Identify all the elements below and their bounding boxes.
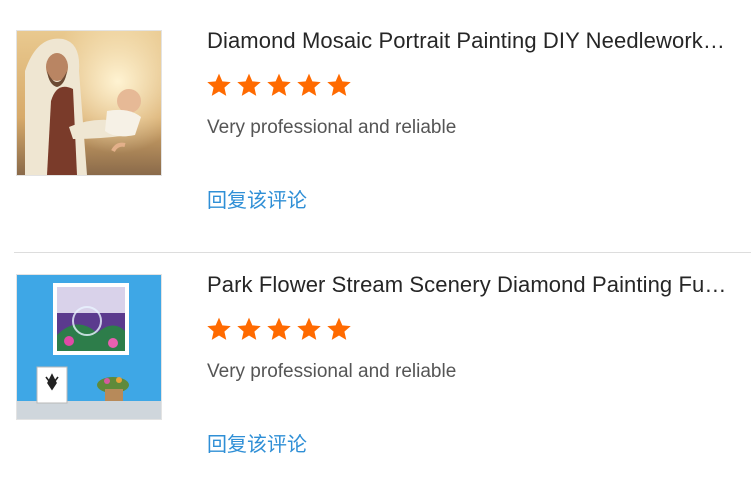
review-item: Park Flower Stream Scenery Diamond Paint… [0, 254, 751, 486]
star-icon [297, 317, 321, 340]
reply-to-review-link[interactable]: 回复该评论 [207, 428, 307, 457]
product-title[interactable]: Park Flower Stream Scenery Diamond Paint… [207, 272, 727, 298]
divider [14, 252, 751, 253]
product-image-scenery [17, 275, 161, 419]
rating-stars [206, 72, 352, 100]
review-item: Diamond Mosaic Portrait Painting DIY Nee… [0, 10, 751, 253]
star-icon [207, 317, 231, 340]
product-thumbnail[interactable] [16, 274, 162, 420]
star-icon [237, 317, 261, 340]
star-icon [267, 73, 291, 96]
product-thumbnail[interactable] [16, 30, 162, 176]
star-icon [267, 317, 291, 340]
product-title[interactable]: Diamond Mosaic Portrait Painting DIY Nee… [207, 28, 727, 54]
star-icon [297, 73, 321, 96]
star-icon [327, 73, 351, 96]
product-image-portrait [17, 31, 161, 175]
star-icon [237, 73, 261, 96]
review-text: Very professional and reliable [207, 117, 457, 138]
star-icon [327, 317, 351, 340]
review-text: Very professional and reliable [207, 361, 457, 382]
rating-stars [206, 316, 352, 344]
reply-to-review-link[interactable]: 回复该评论 [207, 184, 307, 213]
star-icon [207, 73, 231, 96]
